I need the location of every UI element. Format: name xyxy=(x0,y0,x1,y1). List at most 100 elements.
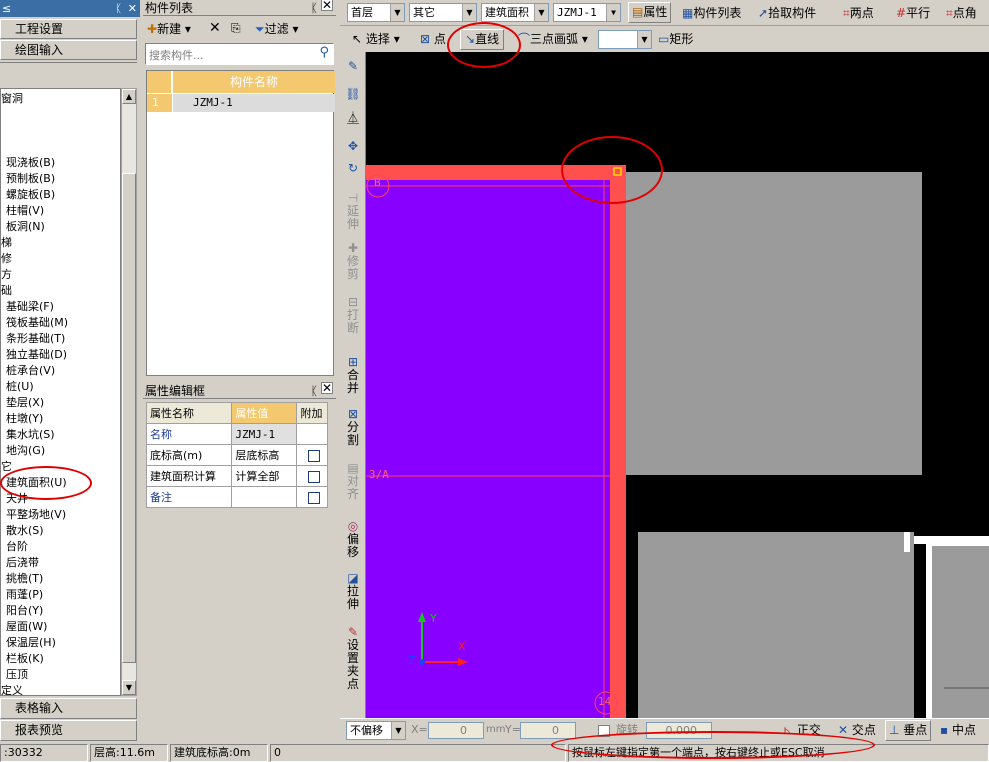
delete-icon[interactable]: ✕ xyxy=(209,18,221,38)
scroll-thumb[interactable] xyxy=(122,173,136,663)
tree-item[interactable]: 地沟(G) xyxy=(1,443,120,459)
nav-project-settings[interactable]: 工程设置 xyxy=(0,19,137,39)
building-area-region[interactable] xyxy=(366,180,610,718)
tree-item[interactable]: 独立基础(D) xyxy=(1,347,120,363)
pin-icon[interactable]: ᛕ xyxy=(311,383,318,399)
search-icon[interactable]: ⚲ xyxy=(319,45,329,60)
set-grip-button[interactable]: ✎ 设置夹点 xyxy=(343,626,363,691)
component-select[interactable]: JZMJ-1 ▼ xyxy=(553,3,621,22)
table-row[interactable]: 建筑面积计算 计算全部 xyxy=(145,465,328,487)
close-icon[interactable]: ✕ xyxy=(321,382,333,394)
tree-item[interactable]: 定义 xyxy=(1,683,120,695)
rotate-icon[interactable]: ↻ xyxy=(343,162,363,175)
tree-item[interactable]: 窗洞 xyxy=(1,91,120,107)
tree-item[interactable]: 础 xyxy=(1,283,120,299)
search-component-box[interactable]: 搜索构件... ⚲ xyxy=(145,43,334,65)
perpendicular-button[interactable]: ⊥ 垂点 xyxy=(885,720,932,741)
tree-scrollbar[interactable]: ▲ ▼ xyxy=(121,88,137,696)
drawing-canvas[interactable]: B 3/A 14 Y X Z xyxy=(366,52,989,718)
tree-item[interactable]: 雨蓬(P) xyxy=(1,587,120,603)
extra-checkbox[interactable] xyxy=(307,491,320,504)
table-row[interactable]: JZMJ-1 xyxy=(173,94,335,112)
point-button[interactable]: ⊠ 点 xyxy=(420,29,446,49)
tree-item[interactable]: 条形基础(T) xyxy=(1,331,120,347)
component-tree[interactable]: 窗洞现浇板(B) 预制板(B) 螺旋板(B) 柱帽(V) 板洞(N) 梯修方础基础梁(F)… xyxy=(0,88,121,696)
tree-item[interactable] xyxy=(1,123,120,139)
tree-item[interactable]: 平整场地(V) xyxy=(1,507,120,523)
break-button[interactable]: ⊟ 打断 xyxy=(343,296,363,335)
tree-item[interactable]: 散水(S) xyxy=(1,523,120,539)
arc-button[interactable]: ⌒三点画弧 ▾ xyxy=(518,29,588,49)
attribute-button[interactable]: ▤属性 xyxy=(628,2,672,23)
tree-item[interactable]: 筏板基础(M) xyxy=(1,315,120,331)
brush-icon[interactable]: ✎ xyxy=(343,60,363,73)
tree-item[interactable]: 修 xyxy=(1,251,120,267)
arc-mode-select[interactable]: ▼ xyxy=(598,30,652,49)
tree-item[interactable]: 压顶 xyxy=(1,667,120,683)
category-select[interactable]: 其它 ▼ xyxy=(409,3,477,22)
nav-report-preview[interactable]: 报表预览 xyxy=(0,720,137,741)
trim-button[interactable]: ✚ 修剪 xyxy=(343,242,363,281)
floor-select[interactable]: 首层 ▼ xyxy=(347,3,405,22)
tree-item[interactable] xyxy=(1,107,120,123)
tree-item[interactable]: 板洞(N) xyxy=(1,219,120,235)
tree-item[interactable]: 保温层(H) xyxy=(1,635,120,651)
midpoint-button[interactable]: ▪ 中点 xyxy=(940,720,976,740)
type-select[interactable]: 建筑面积 ▼ xyxy=(481,3,549,22)
component-list-button[interactable]: ▦构件列表 xyxy=(682,3,741,23)
table-row[interactable]: 底标高(m) 层底标高 xyxy=(145,444,328,466)
select-button[interactable]: ↖ 选择 ▾ xyxy=(352,29,400,49)
tree-item[interactable]: 栏板(K) xyxy=(1,651,120,667)
tree-item[interactable]: 挑檐(T) xyxy=(1,571,120,587)
tree-item[interactable]: 柱帽(V) xyxy=(1,203,120,219)
search-input[interactable]: 搜索构件... xyxy=(149,47,204,63)
parallel-button[interactable]: #平行 xyxy=(896,3,930,23)
offset-mode-select[interactable]: 不偏移 ▼ xyxy=(346,721,406,740)
new-component-button[interactable]: ✚新建 ▾ xyxy=(147,19,191,39)
tree-item[interactable]: 屋面(W) xyxy=(1,619,120,635)
merge-button[interactable]: ⊞ 合并 xyxy=(343,356,363,395)
link-icon[interactable]: ⛓ xyxy=(343,88,363,101)
pin-icon[interactable]: ᛕ xyxy=(311,0,318,16)
point-angle-button[interactable]: ⌗点角 xyxy=(946,3,977,23)
scroll-up-icon[interactable]: ▲ xyxy=(122,89,136,104)
tree-item[interactable]: 梯 xyxy=(1,235,120,251)
table-row[interactable]: 备注 xyxy=(145,486,328,508)
filter-button[interactable]: ⏷过滤 ▾ xyxy=(255,19,298,39)
tree-item[interactable]: 螺旋板(B) xyxy=(1,187,120,203)
offset-button[interactable]: ◎ 偏移 xyxy=(343,520,363,559)
close-icon[interactable]: ✕ xyxy=(128,0,137,17)
tree-item[interactable]: 集水坑(S) xyxy=(1,427,120,443)
component-table[interactable]: 构件名称 1 JZMJ-1 xyxy=(146,70,335,376)
extra-checkbox[interactable] xyxy=(307,470,320,483)
move-icon[interactable]: ✥ xyxy=(343,140,363,153)
tree-item[interactable]: 基础梁(F) xyxy=(1,299,120,315)
align-button[interactable]: ▤ 对齐 xyxy=(343,462,363,501)
nav-table-input[interactable]: 表格输入 xyxy=(0,698,137,719)
extend-button[interactable]: ⊣ 延伸 xyxy=(343,192,363,231)
two-point-button[interactable]: ⌗两点 xyxy=(843,3,874,23)
extra-checkbox[interactable] xyxy=(307,449,320,462)
pin-icon[interactable]: ᛕ xyxy=(115,0,122,17)
tree-item[interactable]: 桩(U) xyxy=(1,379,120,395)
x-offset-input[interactable]: 0 xyxy=(428,722,484,739)
pick-component-button[interactable]: ➚拾取构件 xyxy=(758,3,816,23)
copy-icon[interactable]: ⎘ xyxy=(231,18,241,38)
rect-button[interactable]: ▭矩形 xyxy=(658,29,693,49)
mirror-icon[interactable]: ⏅ xyxy=(343,112,363,125)
nav-drawing-input[interactable]: 绘图输入 xyxy=(0,40,137,60)
tree-item[interactable]: 现浇板(B) xyxy=(1,155,120,171)
close-icon[interactable]: ✕ xyxy=(321,0,333,11)
tree-item[interactable]: 台阶 xyxy=(1,539,120,555)
tree-item[interactable]: 方 xyxy=(1,267,120,283)
tree-item[interactable]: 后浇带 xyxy=(1,555,120,571)
scroll-down-icon[interactable]: ▼ xyxy=(122,680,136,695)
y-offset-input[interactable]: 0 xyxy=(520,722,576,739)
stretch-button[interactable]: ◪ 拉伸 xyxy=(343,572,363,611)
split-button[interactable]: ⊠ 分割 xyxy=(343,408,363,447)
tree-item[interactable]: 预制板(B) xyxy=(1,171,120,187)
tree-item[interactable]: 阳台(Y) xyxy=(1,603,120,619)
tree-item[interactable]: 柱墩(Y) xyxy=(1,411,120,427)
tree-item[interactable]: 桩承台(V) xyxy=(1,363,120,379)
tree-item[interactable] xyxy=(1,139,120,155)
